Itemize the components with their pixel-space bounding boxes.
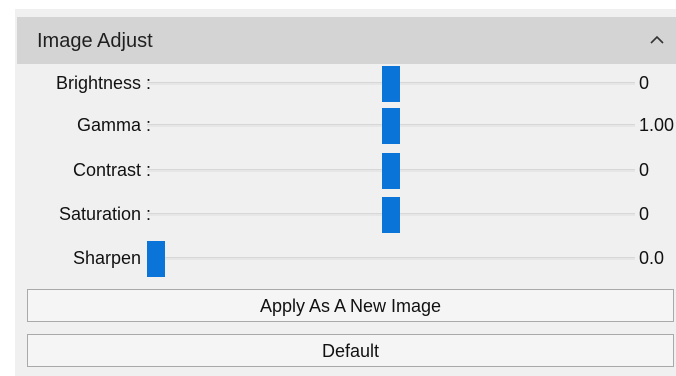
gamma-label: Gamma : — [76, 115, 151, 135]
image-adjust-panel: Image Adjust Brightness : 0 Gamma : 1.00… — [15, 9, 676, 376]
contrast-value: 0 — [639, 160, 650, 180]
saturation-value: 0 — [639, 204, 650, 224]
default-button[interactable]: Default — [27, 334, 674, 367]
contrast-label: Contrast : — [72, 160, 151, 180]
panel-header[interactable]: Image Adjust — [17, 17, 676, 64]
gamma-row: Gamma : 1.00 — [15, 106, 676, 146]
contrast-slider-thumb[interactable] — [382, 153, 400, 189]
contrast-row: Contrast : 0 — [15, 151, 676, 191]
gamma-value: 1.00 — [639, 115, 675, 135]
saturation-label: Saturation : — [58, 204, 151, 224]
chevron-up-icon[interactable] — [646, 29, 668, 51]
saturation-row: Saturation : 0 — [15, 195, 676, 235]
brightness-row: Brightness : 0 — [15, 64, 676, 104]
saturation-slider-thumb[interactable] — [382, 197, 400, 233]
gamma-slider-thumb[interactable] — [382, 108, 400, 144]
panel-title: Image Adjust — [37, 30, 153, 52]
sharpen-row: Sharpen : 0.0 — [15, 239, 676, 279]
brightness-value: 0 — [639, 73, 650, 93]
brightness-label: Brightness : — [55, 73, 151, 93]
sharpen-slider-thumb[interactable] — [147, 241, 165, 277]
apply-as-new-image-button[interactable]: Apply As A New Image — [27, 289, 674, 322]
sharpen-label: Sharpen : — [72, 248, 151, 268]
brightness-slider-thumb[interactable] — [382, 66, 400, 102]
sharpen-value: 0.0 — [639, 248, 665, 268]
sharpen-slider[interactable] — [147, 257, 635, 260]
